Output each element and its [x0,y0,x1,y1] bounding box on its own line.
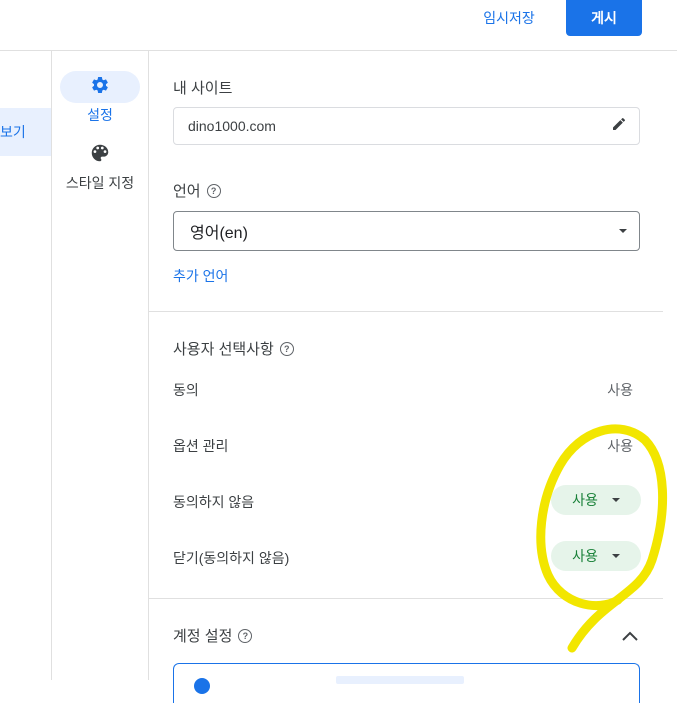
left-nav-item-view[interactable]: 보기 [0,108,51,156]
settings-side-nav: 설정 스타일 지정 [52,51,149,680]
language-select-value: 영어(en) [190,225,248,242]
side-item-settings[interactable]: 설정 [52,71,148,125]
add-language-link[interactable]: 추가 언어 [173,266,228,286]
settings-panel: 내 사이트 dino1000.com 언어 ? 영어(en) 추가 언어 사용자… [149,51,663,703]
dropdown-arrow-icon [611,554,620,558]
language-label: 언어 [173,183,201,200]
choice-row-label: 닫기(동의하지 않음) [173,550,290,566]
site-field[interactable]: dino1000.com [173,107,640,145]
divider [149,311,663,312]
side-item-styling[interactable]: 스타일 지정 [52,139,148,193]
status-dropdown-chip[interactable]: 사용 [551,485,641,515]
dropdown-arrow-icon [619,229,627,233]
top-bar: 임시저장 게시 [0,0,677,51]
left-nav-item-label: 보기 [0,124,26,140]
language-label-row: 언어 ? [173,180,221,201]
choice-row-label: 동의 [173,382,199,398]
choice-row-value: 사용 [607,438,633,454]
divider [149,598,663,599]
help-icon[interactable]: ? [206,183,221,198]
account-title: 계정 설정 [173,628,233,645]
side-item-settings-pill [60,71,140,103]
account-name-placeholder [336,676,464,684]
choice-row-value: 사용 [607,382,633,398]
user-choices-title-row: 사용자 선택사항 ? [173,338,294,359]
status-dropdown-chip[interactable]: 사용 [551,541,641,571]
site-label: 내 사이트 [173,80,233,97]
choice-row-label: 옵션 관리 [173,438,229,454]
chip-label: 사용 [572,548,598,564]
side-item-label: 스타일 지정 [65,175,135,191]
left-nav: 보기 [0,51,52,680]
account-title-row: 계정 설정 ? [173,625,253,646]
dropdown-arrow-icon [611,498,620,502]
palette-icon [89,142,111,169]
site-field-value: dino1000.com [188,118,276,134]
side-item-styling-pill [60,139,140,171]
edit-icon[interactable] [611,116,627,137]
publish-button[interactable]: 게시 [566,0,642,36]
account-avatar-icon [194,678,210,694]
account-card[interactable] [173,663,640,703]
choice-row-label: 동의하지 않음 [173,494,255,510]
help-icon[interactable]: ? [238,628,253,643]
chip-label: 사용 [572,492,598,508]
language-select[interactable]: 영어(en) [173,211,640,251]
side-item-label: 설정 [87,107,113,123]
user-choices-title: 사용자 선택사항 [173,341,274,358]
gear-icon [90,75,110,100]
chevron-up-icon[interactable] [621,629,639,647]
help-icon[interactable]: ? [279,341,294,356]
save-draft-button[interactable]: 임시저장 [470,0,548,36]
